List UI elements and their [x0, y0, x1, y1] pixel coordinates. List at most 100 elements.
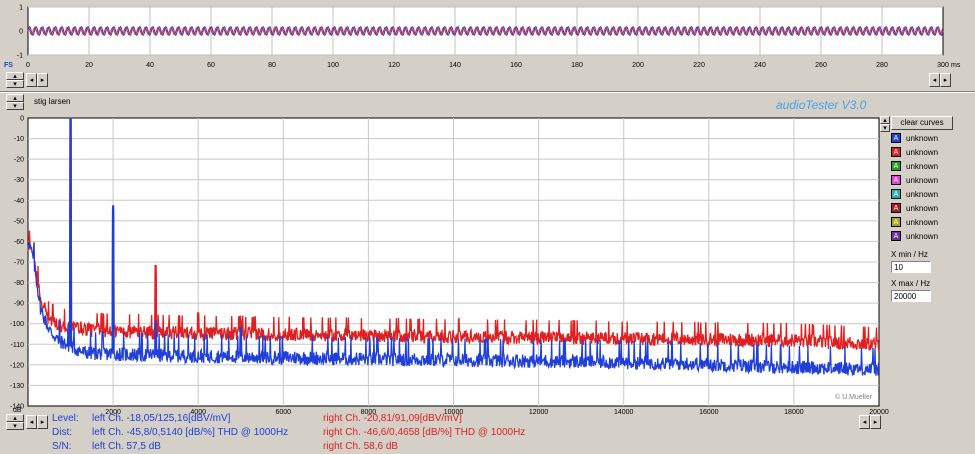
legend-label: unknown: [906, 147, 939, 157]
time-scroll-right-button[interactable]: ▸: [37, 73, 48, 87]
spectrum-y-tick-label: -20: [14, 157, 24, 164]
xmax-input[interactable]: [891, 290, 931, 302]
time-x-tick-label: 280: [876, 62, 888, 69]
spectrum-y-tick-label: 0: [20, 116, 24, 123]
legend-item[interactable]: Aunknown: [891, 160, 938, 172]
time-x-tick-label: 40: [146, 62, 154, 69]
time-x-tick-label: 120: [388, 62, 400, 69]
spectrum-y-tick-label: -10: [14, 136, 24, 143]
legend-label: unknown: [906, 231, 939, 241]
time-domain-chart: 10-1 0 20 40 60 80 100 120 140 160 180 200 220 240 26…: [4, 5, 961, 70]
legend-item[interactable]: Aunknown: [891, 174, 938, 186]
right-dist-value: right Ch. -46,6/0,4658 [dB/%] THD @ 1000…: [323, 427, 526, 438]
curve-swatch-icon[interactable]: A: [891, 161, 901, 171]
spectrum-y-tick-label: -90: [14, 301, 24, 308]
time-x-tick-label: 20: [85, 62, 93, 69]
time-scroll-left-end-button[interactable]: ◂: [929, 73, 940, 87]
channel-name: stig larsen: [34, 97, 71, 106]
copyright-label: © U.Mueller: [835, 393, 873, 401]
spin-down-icon[interactable]: ▾: [6, 102, 24, 110]
spectrum-y-unit: dB: [13, 407, 22, 414]
time-x-tick-label: 200: [632, 62, 644, 69]
spin-down-icon[interactable]: ▾: [880, 124, 890, 132]
spectrum-y-tick-label: -100: [10, 321, 24, 328]
level-label: Level:: [52, 413, 79, 424]
legend-item[interactable]: Aunknown: [891, 132, 938, 144]
legend-label: unknown: [906, 203, 939, 213]
time-x-tick-label: 240: [754, 62, 766, 69]
legend-label: unknown: [906, 175, 939, 185]
sn-label: S/N:: [52, 441, 72, 452]
spin-down-icon[interactable]: ▾: [6, 422, 24, 430]
curve-swatch-icon[interactable]: A: [891, 147, 901, 157]
time-scroll-left-button[interactable]: ◂: [26, 73, 37, 87]
legend-label: unknown: [906, 133, 939, 143]
time-x-tick-label: 220: [693, 62, 705, 69]
xmin-label: X min / Hz: [891, 250, 928, 259]
legend-item[interactable]: Aunknown: [891, 230, 938, 242]
curve-swatch-icon[interactable]: A: [891, 231, 901, 241]
left-dist-value: left Ch. -45,8/0,5140 [dB/%] THD @ 1000H…: [92, 427, 289, 438]
spectrum-x-tick-label: 18000: [784, 409, 804, 416]
spectrum-scroll-right-button[interactable]: ▸: [37, 415, 48, 429]
spectrum-chart: 0 -10 -20 -30 -40 -50 -60 -70 -80 -90 -100 -110 -120…: [10, 116, 889, 417]
spectrum-y-tick-label: -110: [11, 342, 25, 349]
curve-swatch-icon[interactable]: A: [891, 133, 901, 143]
time-x-tick-label: 0: [26, 62, 30, 69]
legend-label: unknown: [906, 189, 939, 199]
spectrum-y-tick-label: -120: [10, 362, 24, 369]
xmin-input[interactable]: [891, 261, 931, 273]
spectrum-scroll-left-end-button[interactable]: ◂: [859, 415, 870, 429]
left-sn-value: left Ch. 57,5 dB: [92, 441, 161, 452]
spin-down-icon[interactable]: ▾: [6, 80, 24, 88]
legend-item[interactable]: Aunknown: [891, 216, 938, 228]
spin-up-icon[interactable]: ▴: [6, 414, 24, 422]
spectrum-x-tick-label: 14000: [614, 409, 634, 416]
curve-swatch-icon[interactable]: A: [891, 175, 901, 185]
legend-item[interactable]: Aunknown: [891, 202, 938, 214]
time-x-tick-label: 80: [268, 62, 276, 69]
spectrum-y-tick-label: -50: [14, 218, 24, 225]
legend-item[interactable]: Aunknown: [891, 188, 938, 200]
spin-up-icon[interactable]: ▴: [6, 72, 24, 80]
spectrum-y-tick-label: -80: [14, 280, 24, 287]
legend-label: unknown: [906, 161, 939, 171]
time-scroll-right-end-button[interactable]: ▸: [940, 73, 951, 87]
curve-swatch-icon[interactable]: A: [891, 217, 901, 227]
spectrum-x-tick-label: 16000: [699, 409, 719, 416]
left-level-value: left Ch. -18,05/125,16[dBV/mV]: [92, 413, 231, 424]
curve-swatch-icon[interactable]: A: [891, 189, 901, 199]
time-chart-fs-label: FS: [4, 62, 13, 69]
curve-swatch-icon[interactable]: A: [891, 203, 901, 213]
spectrum-x-tick-label: 12000: [529, 409, 549, 416]
legend-item[interactable]: Aunknown: [891, 146, 938, 158]
dist-label: Dist:: [52, 427, 72, 438]
time-y-tick-label: 1: [19, 5, 23, 12]
spectrum-scroll-left-button[interactable]: ◂: [26, 415, 37, 429]
panel-divider: [0, 91, 975, 93]
clear-curves-button[interactable]: clear curves: [891, 116, 953, 130]
time-x-tick-label: 60: [207, 62, 215, 69]
right-sn-value: right Ch. 58,6 dB: [323, 441, 399, 452]
channel-spinner[interactable]: ▴ ▾: [6, 94, 24, 110]
spectrum-y-tick-label: -130: [10, 383, 24, 390]
spectrum-scroll-right-end-button[interactable]: ▸: [870, 415, 881, 429]
spin-up-icon[interactable]: ▴: [6, 94, 24, 102]
spectrum-scale-spinner[interactable]: ▴ ▾: [6, 414, 24, 430]
time-x-tick-label: 100: [327, 62, 339, 69]
spin-up-icon[interactable]: ▴: [880, 116, 890, 124]
spectrum-y-tick-label: -40: [14, 198, 24, 205]
time-chart-x-unit: ms: [951, 62, 961, 69]
time-x-tick-label: 180: [571, 62, 583, 69]
time-x-tick-label: 140: [449, 62, 461, 69]
time-scale-spinner[interactable]: ▴ ▾: [6, 72, 24, 88]
spectrum-y-tick-label: -70: [14, 260, 24, 267]
time-x-tick-label: 300: [937, 62, 949, 69]
spectrum-y-tick-label: -60: [14, 239, 24, 246]
right-level-value: right Ch. -20,81/91,09[dBV/mV]: [323, 413, 462, 424]
spectrum-y-tick-label: -30: [14, 177, 24, 184]
time-x-tick-label: 160: [510, 62, 522, 69]
time-x-tick-label: 260: [815, 62, 827, 69]
legend-label: unknown: [906, 217, 939, 227]
time-y-tick-label: 0: [19, 29, 23, 36]
